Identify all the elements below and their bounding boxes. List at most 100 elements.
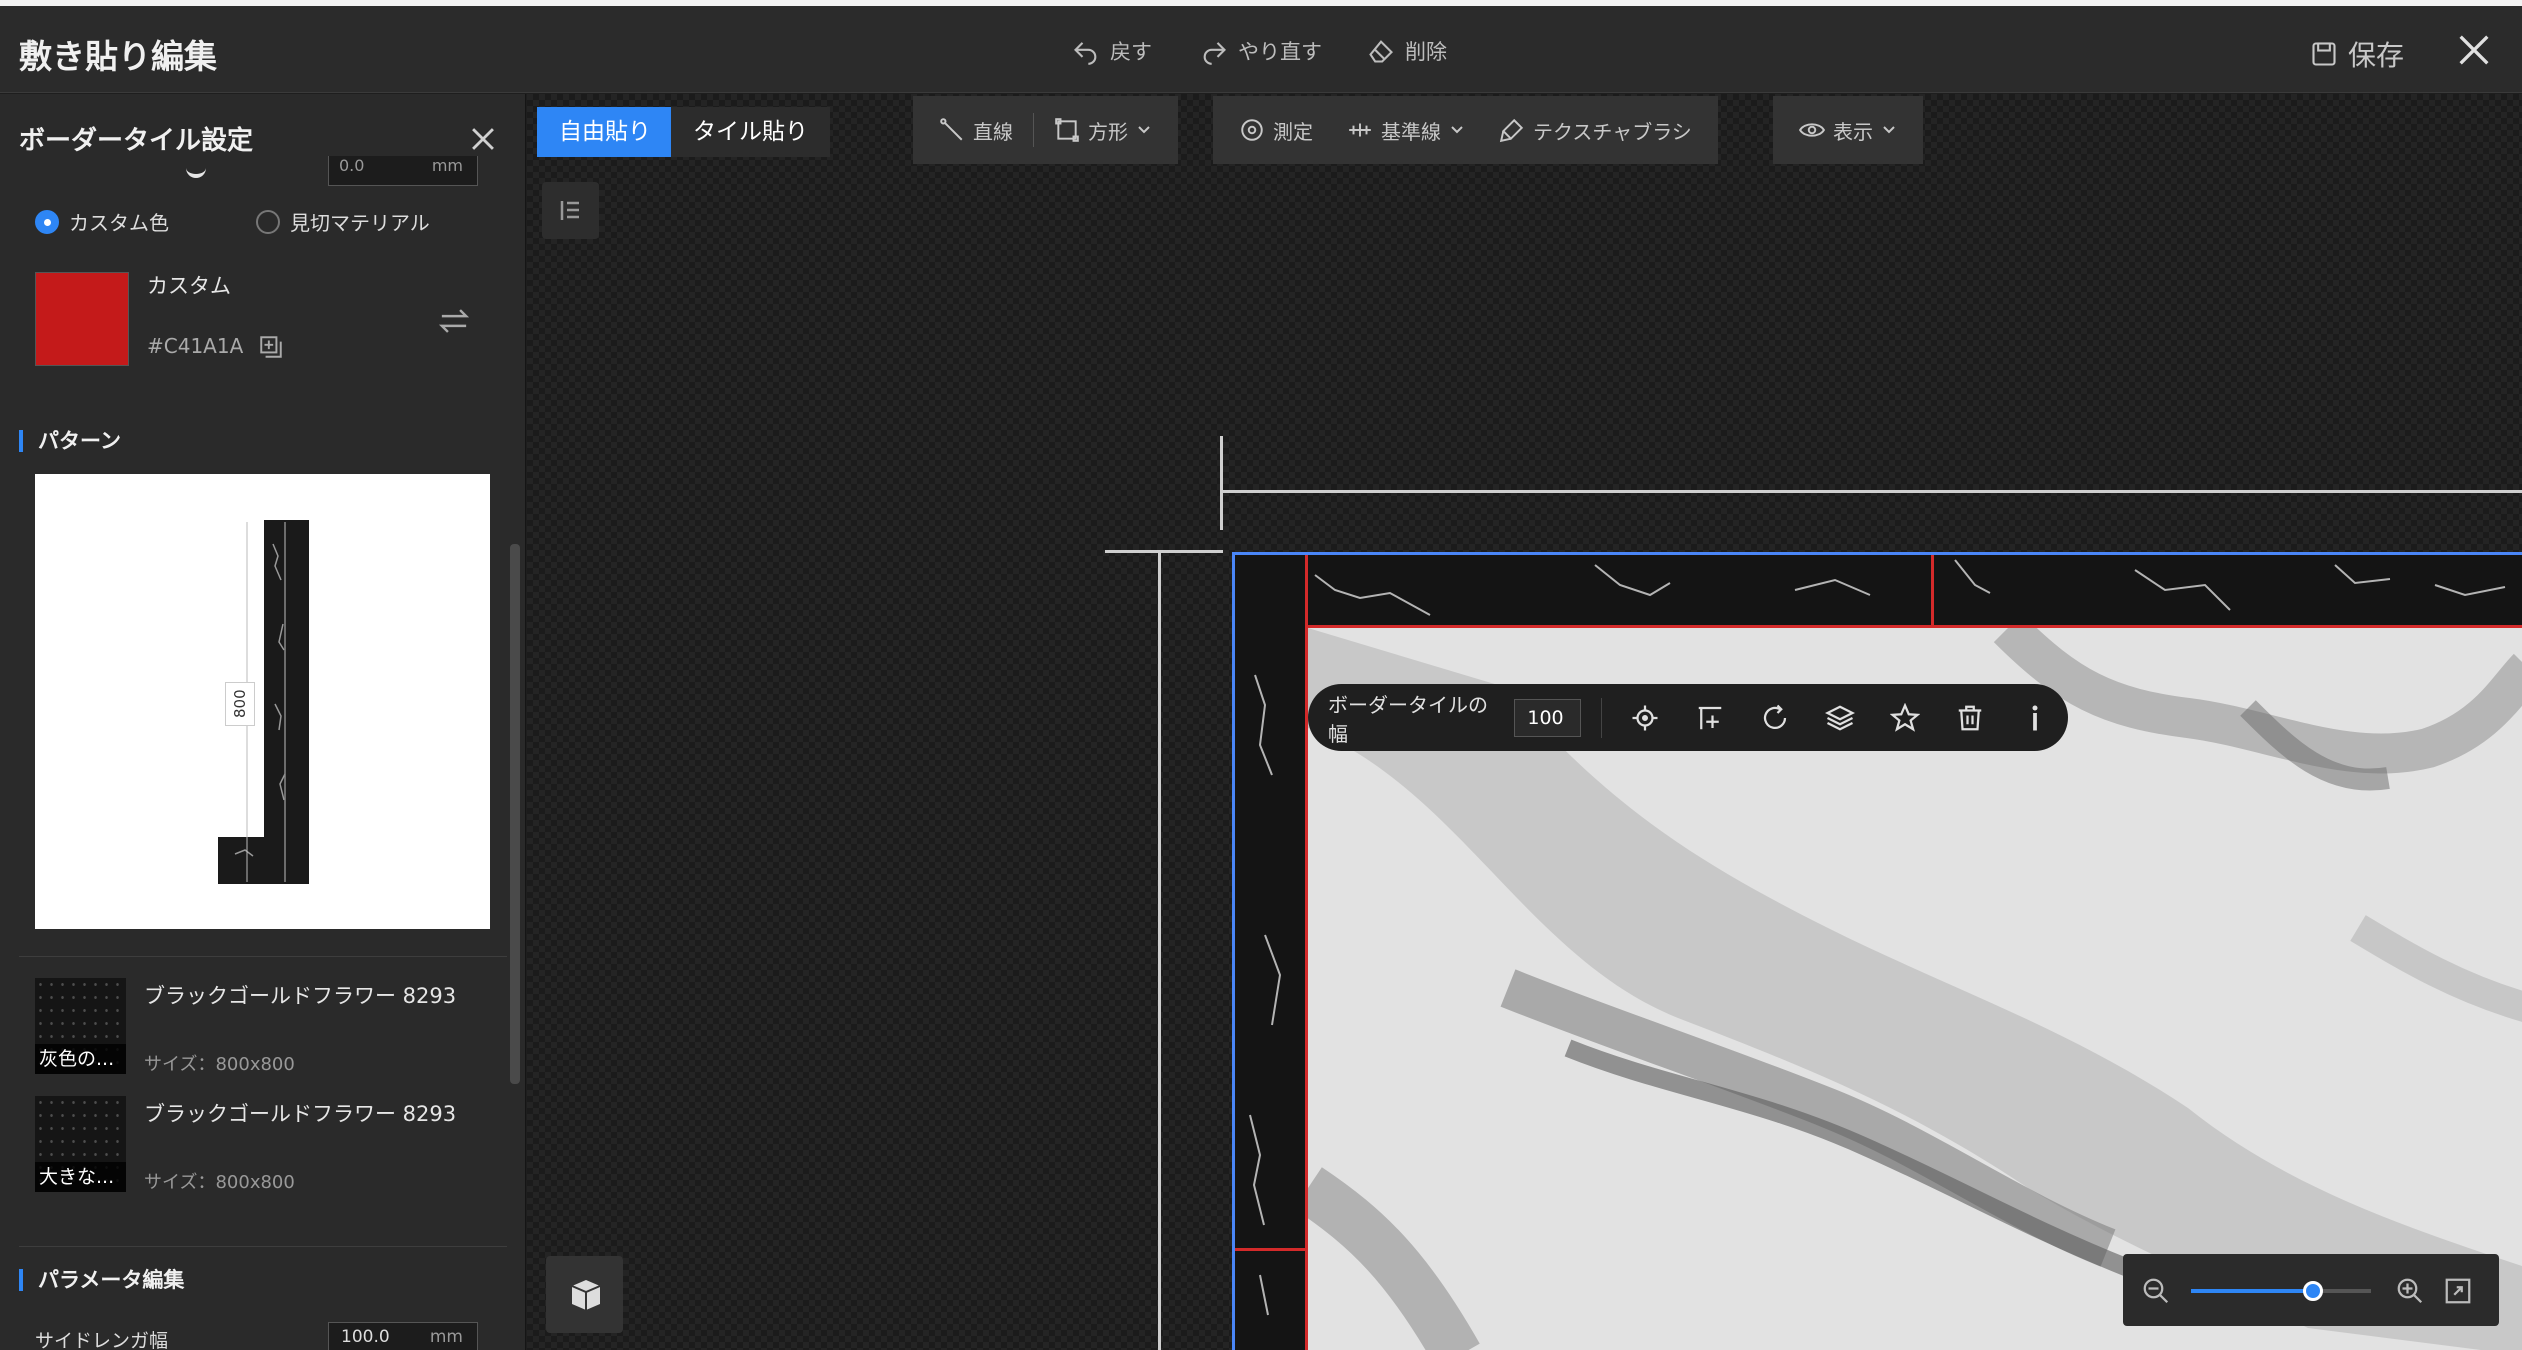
border-tile-region[interactable] <box>1232 552 2522 1350</box>
guide-tool[interactable]: 基準線 <box>1333 96 1479 164</box>
material-size: サイズ：800x800 <box>144 1172 295 1193</box>
border-width-input[interactable]: 100 <box>1514 698 1582 737</box>
side-length-unit: mm <box>429 1327 463 1347</box>
pattern-dimension-label: 800 <box>225 682 255 726</box>
tile-divider <box>1305 555 1308 625</box>
save-label: 保存 <box>2347 39 2404 72</box>
center-button[interactable] <box>1623 696 1666 740</box>
radio-custom-color-label: カスタム色 <box>69 211 169 235</box>
border-tile-floating-toolbar: ボーダータイルの幅 100 <box>1308 684 2068 751</box>
copy-icon[interactable] <box>258 334 284 360</box>
radio-trim-material-label: 見切マテリアル <box>290 211 430 235</box>
radio-custom-color-dot[interactable] <box>35 209 59 234</box>
chevron-down-icon <box>1451 126 1463 134</box>
chevron-down-icon <box>1138 126 1150 134</box>
draw-tool-group: 直線 方形 <box>913 96 1178 164</box>
radio-trim-material[interactable]: 見切マテリアル <box>256 207 430 236</box>
favorite-button[interactable] <box>1884 696 1927 740</box>
side-length-input[interactable]: 100.0 mm <box>328 1322 478 1350</box>
divider <box>19 1246 507 1247</box>
line-tool[interactable]: 直線 <box>925 96 1027 164</box>
swap-icon[interactable] <box>437 306 471 336</box>
material-item[interactable]: 灰色の... ブラックゴールドフラワー 8293 サイズ：800x800 <box>35 978 490 1075</box>
measure-tool-group: 測定 基準線 テクスチャブラシ <box>1213 96 1718 164</box>
material-name: ブラックゴールドフラワー 8293 <box>144 984 457 1008</box>
l-shape-pattern-graphic <box>218 520 309 884</box>
editing-canvas[interactable]: 自由貼り タイル貼り 直線 方形 測定 基準線 テクスチャブラシ 表示 ボーダー… <box>527 94 2522 1350</box>
zoom-control <box>2123 1254 2499 1326</box>
panel-title: ボーダータイル設定 <box>19 126 254 156</box>
brush-icon <box>1499 118 1524 143</box>
guide-line <box>1221 490 2522 493</box>
zoom-slider-knob[interactable] <box>2303 1281 2324 1301</box>
rotate-icon <box>1763 704 1787 729</box>
undo-icon <box>1074 42 1097 65</box>
partial-slider-knob[interactable] <box>186 164 206 178</box>
guide-line <box>1220 436 1223 530</box>
close-icon[interactable] <box>466 122 500 156</box>
align-button[interactable] <box>1688 696 1731 740</box>
side-length-label: サイドレンガ幅 <box>35 1330 169 1350</box>
eraser-icon <box>1369 40 1393 63</box>
view-tool-group: 表示 <box>1773 96 1923 164</box>
trash-icon <box>1959 705 1982 730</box>
panel-scrollbar[interactable] <box>510 544 520 1084</box>
color-swatch[interactable] <box>35 272 129 366</box>
undo-label: 戻す <box>1110 40 1152 64</box>
undo-button[interactable]: 戻す <box>1072 36 1152 66</box>
rotate-button[interactable] <box>1753 696 1796 740</box>
line-label: 直線 <box>973 119 1013 144</box>
tile-divider <box>1931 555 1934 625</box>
guide-line-icon <box>1349 123 1371 137</box>
view-tool[interactable]: 表示 <box>1785 96 1911 164</box>
save-button[interactable]: 保存 <box>2310 34 2404 74</box>
layers-button[interactable] <box>1819 696 1862 740</box>
material-item[interactable]: 大きな... ブラックゴールドフラワー 8293 サイズ：800x800 <box>35 1096 490 1193</box>
fit-view-icon[interactable] <box>2443 1276 2473 1306</box>
delete-label: 削除 <box>1405 40 1447 64</box>
zoom-out-icon[interactable] <box>2141 1276 2171 1306</box>
delete-tile-button[interactable] <box>1949 696 1992 740</box>
redo-button[interactable]: やり直す <box>1200 36 1322 66</box>
material-name: ブラックゴールドフラワー 8293 <box>144 1102 457 1126</box>
rect-icon <box>1055 118 1079 142</box>
crosshair-icon <box>1632 705 1658 730</box>
info-icon <box>2032 705 2038 730</box>
color-name: カスタム <box>147 274 231 298</box>
mode-free-button[interactable]: 自由貼り <box>537 107 673 157</box>
app-title: 敷き貼り編集 <box>19 37 217 76</box>
tile-divider <box>1235 1248 1305 1251</box>
layer-list-button[interactable] <box>542 182 599 239</box>
material-tag: 灰色の... <box>35 1044 126 1074</box>
material-thumbnail: 灰色の... <box>35 978 126 1074</box>
divider <box>19 956 507 957</box>
info-button[interactable] <box>2014 696 2057 740</box>
partial-value-input[interactable]: 0.0 mm <box>328 156 478 186</box>
zoom-slider[interactable] <box>2191 1281 2371 1301</box>
guide-label: 基準線 <box>1381 119 1441 144</box>
layers-icon <box>1825 704 1856 731</box>
redo-label: やり直す <box>1238 40 1322 64</box>
delete-button[interactable]: 削除 <box>1367 36 1447 66</box>
app-header: 敷き貼り編集 戻す やり直す 削除 保存 <box>0 6 2522 93</box>
close-icon[interactable] <box>2454 30 2494 70</box>
border-width-label: ボーダータイルの幅 <box>1328 692 1488 746</box>
side-length-value: 100.0 <box>341 1327 390 1347</box>
border-tile-settings-panel: ボーダータイル設定 0.0 mm カスタム色 見切マテリアル カスタム #C41… <box>0 94 526 1350</box>
measure-label: 測定 <box>1273 119 1313 144</box>
redo-icon <box>1203 42 1226 65</box>
texture-brush-tool[interactable]: テクスチャブラシ <box>1485 96 1706 164</box>
radio-custom-color[interactable]: カスタム色 <box>35 207 169 236</box>
chevron-down-icon <box>1883 126 1895 134</box>
rect-tool[interactable]: 方形 <box>1040 96 1166 164</box>
radio-trim-material-dot[interactable] <box>256 209 280 234</box>
star-icon <box>1890 702 1921 732</box>
color-hex: #C41A1A <box>147 334 244 358</box>
eye-icon <box>1799 123 1825 137</box>
mode-tile-button[interactable]: タイル貼り <box>671 107 830 157</box>
measure-tool[interactable]: 測定 <box>1225 96 1327 164</box>
guide-line <box>1158 553 1161 1350</box>
measure-icon <box>1241 119 1263 141</box>
3d-view-button[interactable] <box>546 1256 623 1333</box>
zoom-in-icon[interactable] <box>2395 1276 2425 1306</box>
